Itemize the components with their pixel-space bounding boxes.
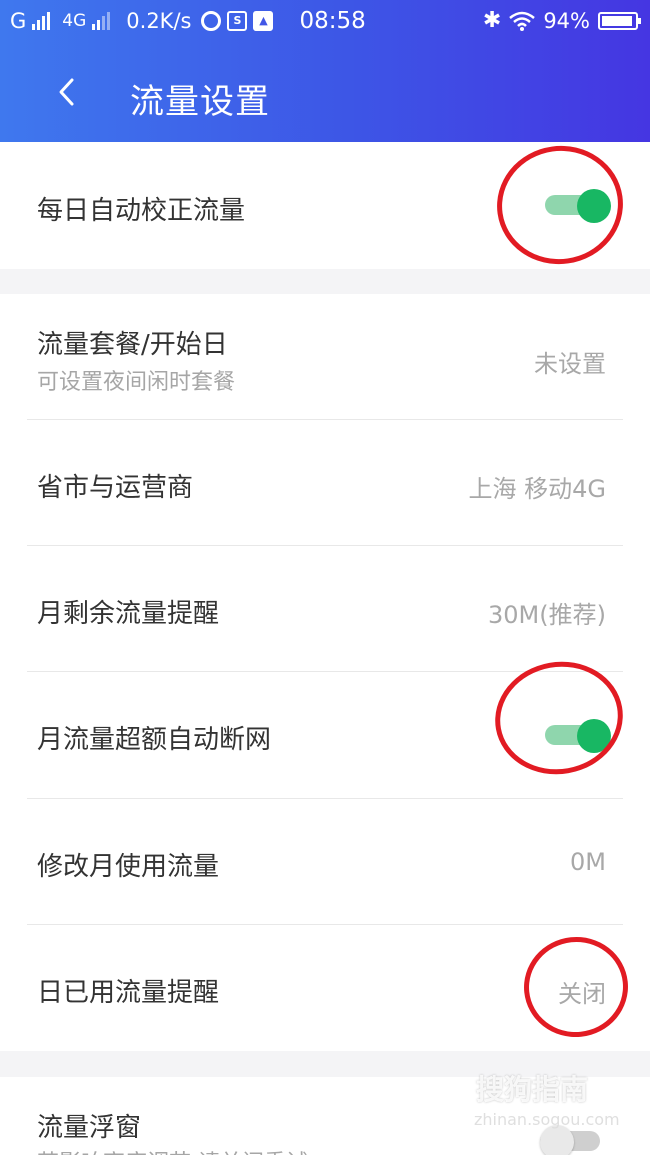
plan-value: 未设置 xyxy=(534,350,606,378)
float-window-sub: 若影响高度调节,请关闭重试 xyxy=(37,1145,308,1155)
watermark-url: zhinan.sogou.com xyxy=(474,1110,620,1129)
page-title: 流量设置 xyxy=(130,82,270,122)
row-monthly-usage[interactable]: 修改月使用流量 0M xyxy=(0,799,650,925)
row-region[interactable]: 省市与运营商 上海 移动4G xyxy=(0,420,650,546)
float-window-toggle[interactable] xyxy=(540,1125,606,1155)
row-remaining-alert[interactable]: 月剩余流量提醒 30M(推荐) xyxy=(0,546,650,672)
image-notify-icon: ▲ xyxy=(253,11,274,31)
bluetooth-icon: ✱ xyxy=(482,8,502,33)
region-label: 省市与运营商 xyxy=(37,473,194,503)
battery-percent: 94% xyxy=(543,8,590,33)
signal-icon-2 xyxy=(92,12,111,30)
remaining-alert-label: 月剩余流量提醒 xyxy=(37,599,220,629)
plan-label: 流量套餐/开始日 xyxy=(37,330,228,360)
float-window-label: 流量浮窗 xyxy=(37,1113,142,1143)
region-value: 上海 移动4G xyxy=(468,475,607,503)
search-notify-icon xyxy=(201,11,222,31)
back-icon[interactable] xyxy=(52,72,82,112)
remaining-alert-value: 30M(推荐) xyxy=(488,601,606,629)
status-bar: G 4G 0.2K/s S ▲ 08:58 ✱ 94% xyxy=(0,0,650,44)
app-header: G 4G 0.2K/s S ▲ 08:58 ✱ 94% 流量设置 xyxy=(0,0,650,142)
wifi-icon xyxy=(509,11,536,31)
monthly-usage-value: 0M xyxy=(570,848,606,876)
battery-icon xyxy=(598,11,641,30)
daily-alert-label: 日已用流量提醒 xyxy=(37,978,220,1008)
network-type: 4G xyxy=(62,11,87,31)
s-app-icon: S xyxy=(227,11,248,31)
signal-icon xyxy=(32,12,51,30)
plan-sub: 可设置夜间闲时套餐 xyxy=(37,370,236,395)
status-time: 08:58 xyxy=(299,8,366,34)
auto-calibrate-label: 每日自动校正流量 xyxy=(37,196,246,226)
monthly-usage-label: 修改月使用流量 xyxy=(37,852,220,882)
watermark-logo: 搜狗指南 xyxy=(476,1073,589,1106)
network-speed: 0.2K/s xyxy=(126,9,192,33)
auto-disconnect-label: 月流量超额自动断网 xyxy=(37,725,272,755)
row-plan[interactable]: 流量套餐/开始日 可设置夜间闲时套餐 未设置 xyxy=(0,294,650,420)
carrier-label: G xyxy=(10,9,27,33)
